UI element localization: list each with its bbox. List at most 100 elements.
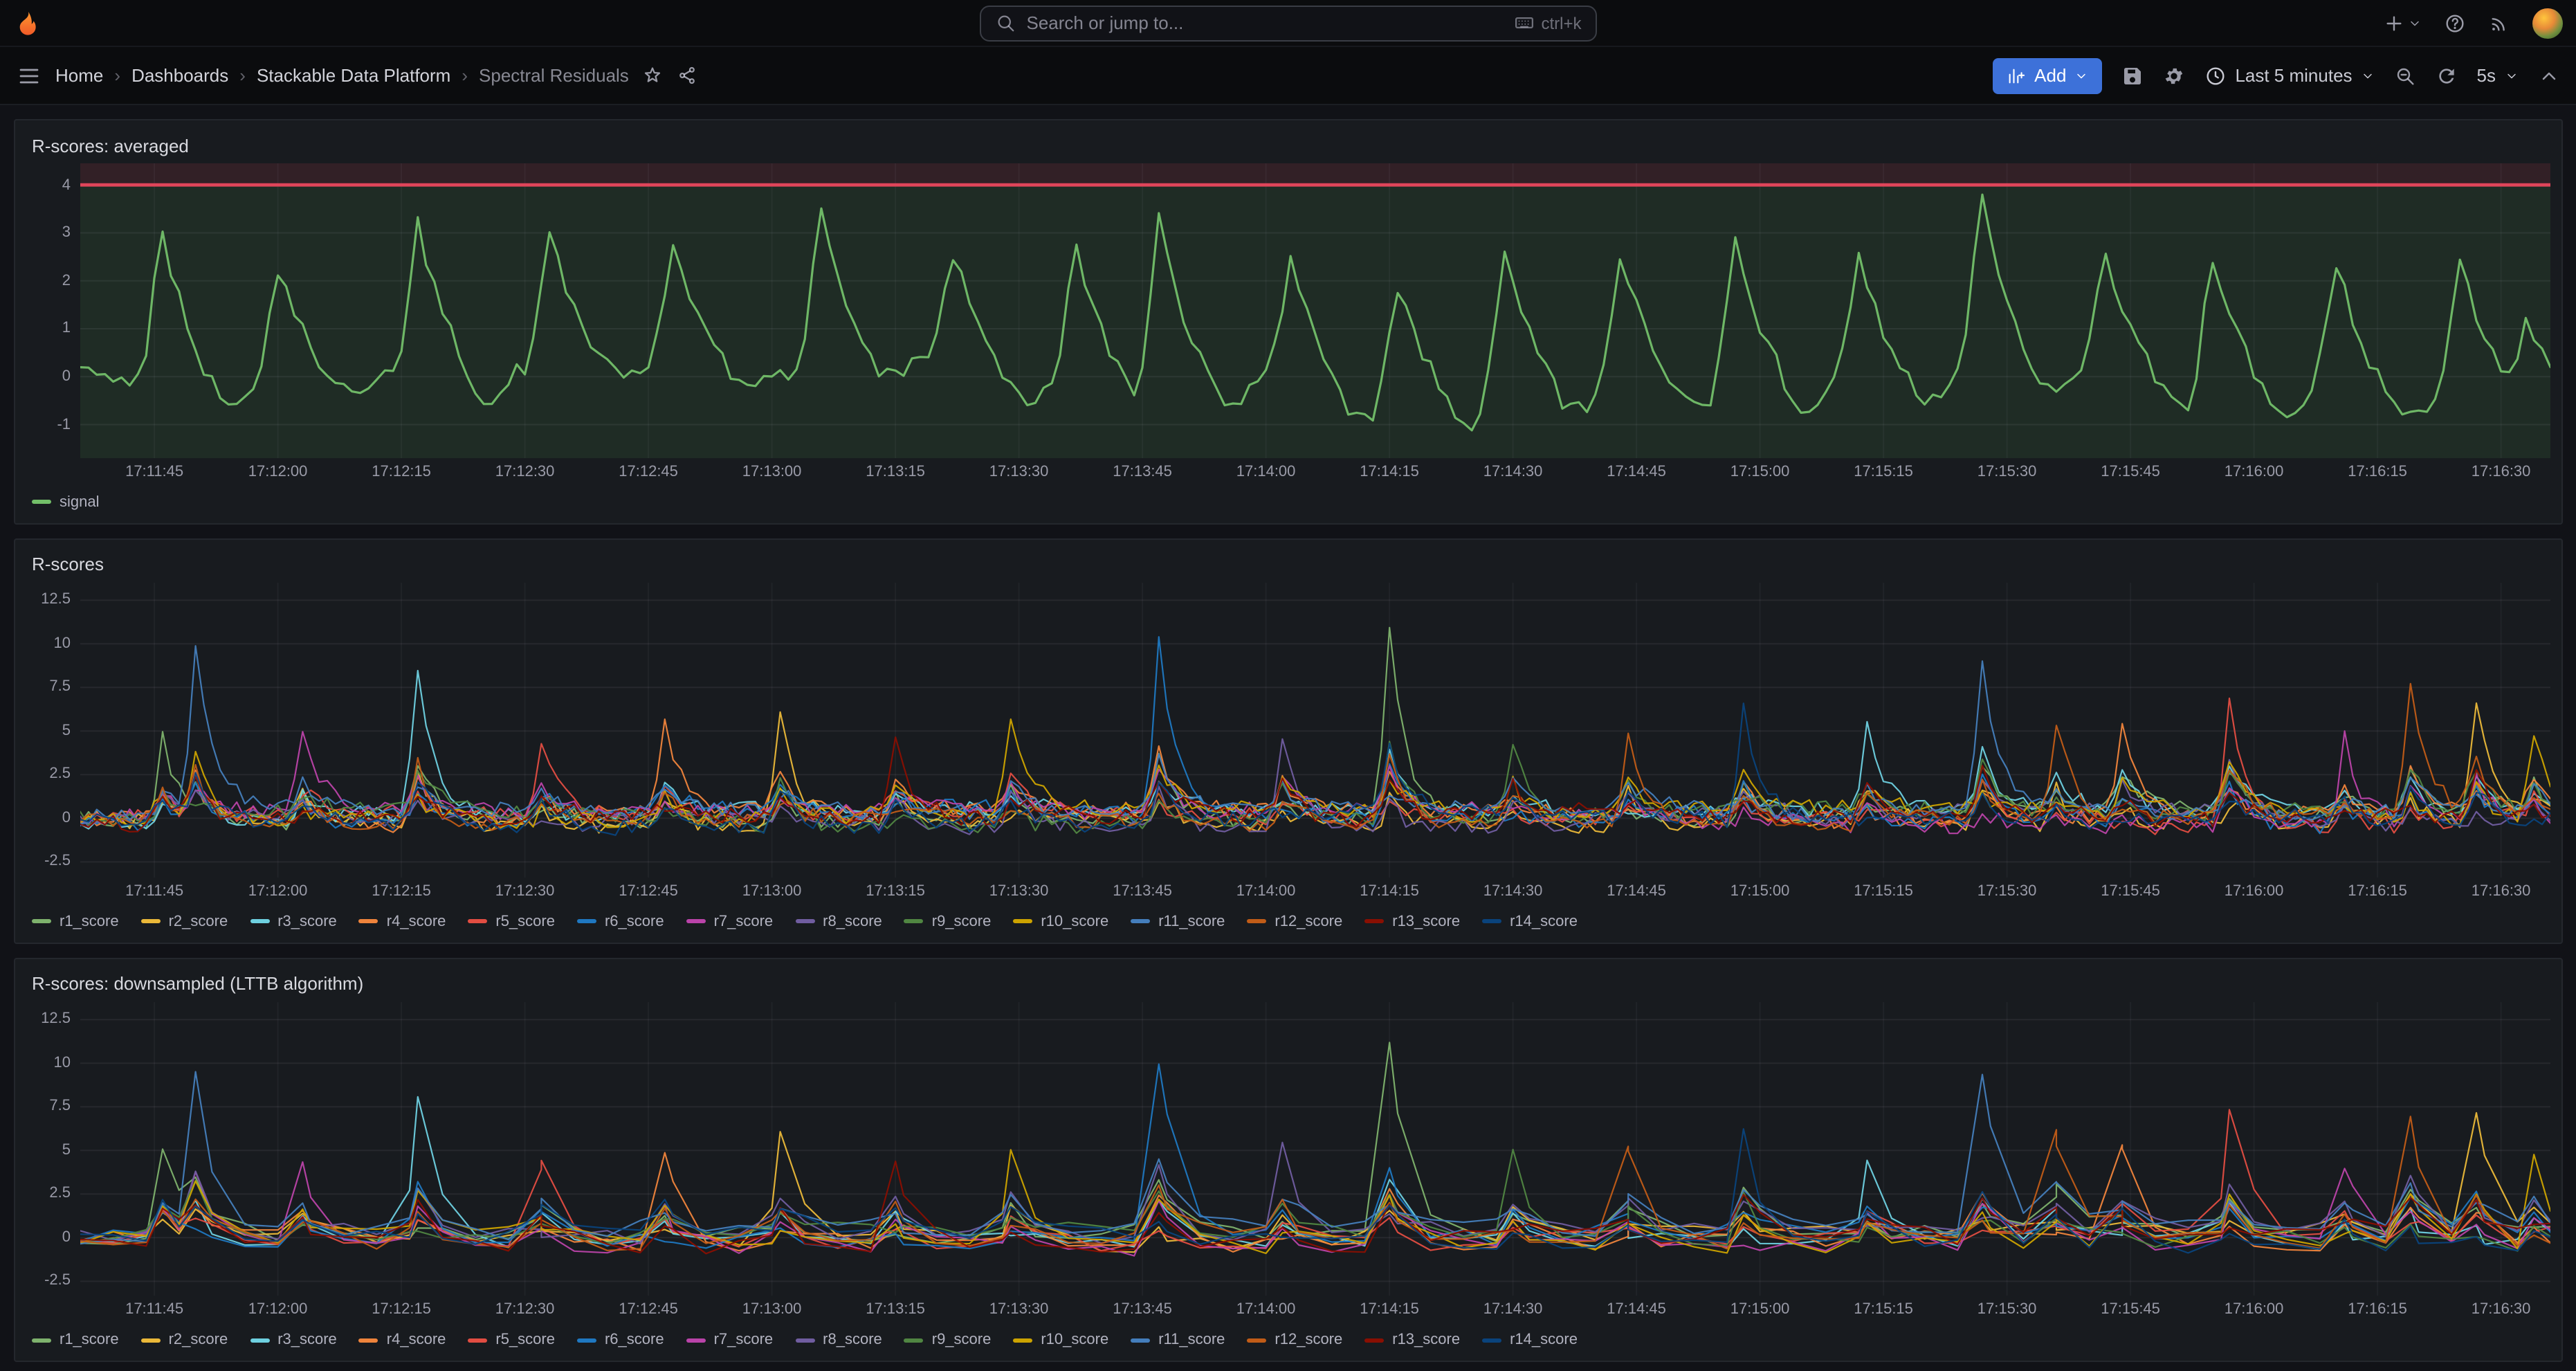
legend-item[interactable]: r3_score bbox=[250, 1332, 337, 1349]
legend-item[interactable]: r14_score bbox=[1482, 1332, 1578, 1349]
series-name: r10_score bbox=[1041, 913, 1108, 929]
plot-area[interactable] bbox=[80, 1001, 2550, 1296]
series-color-swatch bbox=[250, 919, 269, 923]
series-color-swatch bbox=[686, 1338, 706, 1343]
breadcrumb-home[interactable]: Home bbox=[55, 65, 103, 86]
nav-bar: Home › Dashboards › Stackable Data Platf… bbox=[0, 47, 2576, 105]
legend-item[interactable]: r9_score bbox=[904, 1332, 992, 1349]
legend-item[interactable]: r7_score bbox=[686, 1332, 774, 1349]
legend-item[interactable]: r9_score bbox=[904, 913, 992, 929]
breadcrumb-folder[interactable]: Stackable Data Platform bbox=[257, 65, 450, 86]
plot-area[interactable] bbox=[80, 583, 2550, 878]
legend-item[interactable]: r10_score bbox=[1013, 1332, 1108, 1349]
new-button[interactable] bbox=[2382, 12, 2421, 34]
user-avatar[interactable] bbox=[2532, 8, 2562, 38]
series-color-swatch bbox=[577, 1338, 596, 1343]
series-color-swatch bbox=[1131, 919, 1150, 923]
panel-header[interactable]: R-scores bbox=[26, 547, 2550, 583]
x-tick-label: 17:13:30 bbox=[989, 1302, 1049, 1318]
y-tick-label: 10 bbox=[54, 1055, 71, 1071]
series-name: r12_score bbox=[1275, 913, 1342, 929]
legend-item[interactable]: r3_score bbox=[250, 913, 337, 929]
search-icon bbox=[995, 12, 1016, 33]
dashboard-settings-button[interactable] bbox=[2163, 64, 2185, 87]
legend-item[interactable]: r2_score bbox=[141, 913, 228, 929]
x-tick-label: 17:13:45 bbox=[1113, 1302, 1172, 1318]
legend-item[interactable]: r5_score bbox=[468, 913, 555, 929]
x-tick-label: 17:13:15 bbox=[866, 464, 925, 480]
legend-item[interactable]: signal bbox=[32, 494, 100, 511]
y-axis: -2.502.557.51012.5 bbox=[26, 1001, 73, 1296]
x-tick-label: 17:13:15 bbox=[866, 882, 925, 899]
series-name: r13_score bbox=[1392, 1332, 1460, 1349]
search-input[interactable]: Search or jump to... ctrl+k bbox=[980, 5, 1597, 41]
news-button[interactable] bbox=[2487, 12, 2510, 34]
plot-area[interactable] bbox=[80, 163, 2550, 458]
x-tick-label: 17:16:30 bbox=[2472, 882, 2531, 899]
y-tick-label: 7.5 bbox=[49, 1098, 71, 1115]
zoom-out-button[interactable] bbox=[2394, 64, 2416, 87]
series-name: r8_score bbox=[823, 1332, 882, 1349]
favorite-star-button[interactable] bbox=[643, 65, 664, 86]
legend-item[interactable]: r6_score bbox=[577, 1332, 664, 1349]
refresh-interval-picker[interactable]: 5s bbox=[2477, 65, 2518, 86]
plus-icon bbox=[2382, 12, 2404, 34]
breadcrumb-dashboards[interactable]: Dashboards bbox=[131, 65, 228, 86]
x-tick-label: 17:15:00 bbox=[1730, 882, 1790, 899]
legend-item[interactable]: r1_score bbox=[32, 1332, 119, 1349]
legend-item[interactable]: r14_score bbox=[1482, 913, 1578, 929]
y-tick-label: 4 bbox=[62, 176, 71, 193]
x-tick-label: 17:12:00 bbox=[248, 464, 308, 480]
menu-toggle-button[interactable] bbox=[17, 63, 42, 88]
series-name: r3_score bbox=[277, 913, 337, 929]
chevron-down-icon bbox=[2361, 69, 2375, 82]
share-button[interactable] bbox=[677, 65, 698, 86]
x-axis: 17:11:4517:12:0017:12:1517:12:3017:12:45… bbox=[80, 877, 2550, 905]
series-name: r7_score bbox=[714, 1332, 774, 1349]
legend-item[interactable]: r4_score bbox=[359, 1332, 446, 1349]
legend-item[interactable]: r13_score bbox=[1364, 913, 1460, 929]
legend-item[interactable]: r5_score bbox=[468, 1332, 555, 1349]
legend-item[interactable]: r2_score bbox=[141, 1332, 228, 1349]
collapse-controls-button[interactable] bbox=[2537, 64, 2559, 87]
series-color-swatch bbox=[1364, 919, 1384, 923]
panel-header[interactable]: R-scores: averaged bbox=[26, 127, 2550, 163]
legend-item[interactable]: r11_score bbox=[1131, 913, 1225, 929]
series-color-swatch bbox=[141, 919, 161, 923]
legend-item[interactable]: r4_score bbox=[359, 913, 446, 929]
time-range-picker[interactable]: Last 5 minutes bbox=[2204, 64, 2374, 87]
legend-item[interactable]: r8_score bbox=[795, 913, 882, 929]
x-tick-label: 17:13:15 bbox=[866, 1302, 925, 1318]
legend-item[interactable]: r12_score bbox=[1247, 1332, 1342, 1349]
series-color-swatch bbox=[1013, 1338, 1032, 1343]
timeseries-canvas bbox=[80, 163, 2550, 458]
series-name: r14_score bbox=[1510, 1332, 1578, 1349]
chevron-down-icon bbox=[2504, 69, 2518, 82]
search-placeholder: Search or jump to... bbox=[1027, 12, 1184, 33]
legend-item[interactable]: r8_score bbox=[795, 1332, 882, 1349]
x-tick-label: 17:14:00 bbox=[1236, 464, 1296, 480]
grafana-logo[interactable] bbox=[14, 9, 42, 37]
panel-title: R-scores: averaged bbox=[32, 135, 189, 156]
x-tick-label: 17:16:00 bbox=[2225, 1302, 2284, 1318]
legend-item[interactable]: r10_score bbox=[1013, 913, 1108, 929]
series-name: r4_score bbox=[387, 1332, 446, 1349]
panel-r-scores-downsampled: R-scores: downsampled (LTTB algorithm) -… bbox=[14, 957, 2562, 1363]
x-tick-label: 17:11:45 bbox=[125, 882, 183, 899]
save-dashboard-button[interactable] bbox=[2121, 64, 2144, 87]
x-tick-label: 17:13:45 bbox=[1113, 464, 1172, 480]
x-tick-label: 17:13:45 bbox=[1113, 882, 1172, 899]
rss-icon bbox=[2487, 12, 2510, 34]
panel-legend: signal bbox=[26, 486, 2550, 519]
legend-item[interactable]: r11_score bbox=[1131, 1332, 1225, 1349]
legend-item[interactable]: r6_score bbox=[577, 913, 664, 929]
add-button[interactable]: Add bbox=[1993, 57, 2102, 93]
series-color-swatch bbox=[32, 1338, 51, 1343]
legend-item[interactable]: r1_score bbox=[32, 913, 119, 929]
legend-item[interactable]: r12_score bbox=[1247, 913, 1342, 929]
legend-item[interactable]: r13_score bbox=[1364, 1332, 1460, 1349]
panel-header[interactable]: R-scores: downsampled (LTTB algorithm) bbox=[26, 965, 2550, 1001]
help-button[interactable] bbox=[2443, 12, 2465, 34]
legend-item[interactable]: r7_score bbox=[686, 913, 774, 929]
refresh-button[interactable] bbox=[2436, 64, 2458, 87]
